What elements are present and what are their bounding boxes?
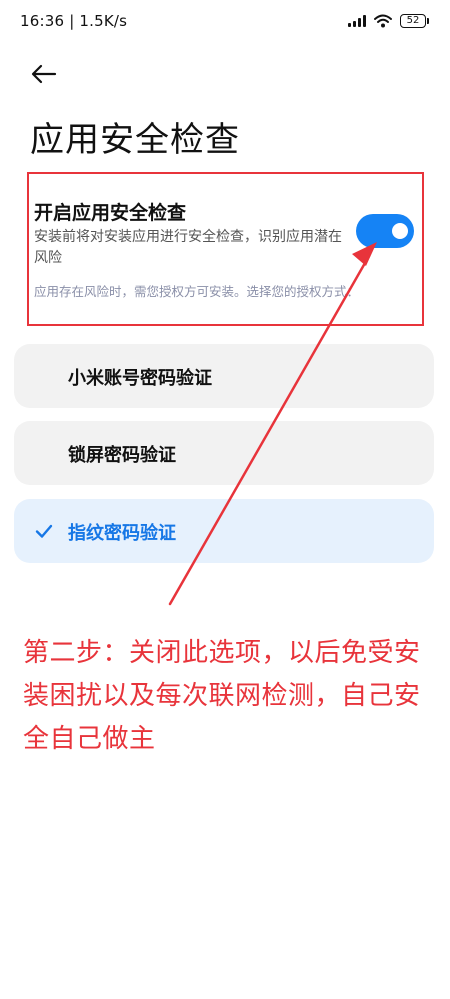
security-check-toggle[interactable] <box>356 214 414 248</box>
security-check-description: 安装前将对安装应用进行安全检查，识别应用潜在风险 <box>34 229 342 266</box>
option-lock-screen-password[interactable]: 锁屏密码验证 <box>14 421 434 485</box>
wifi-icon <box>374 14 392 28</box>
annotation-text: 第二步：关闭此选项，以后免受安装困扰以及每次联网检测，自己安全自己做主 <box>23 638 421 754</box>
option-label: 小米账号密码验证 <box>68 368 212 389</box>
status-bar: 16:36 | 1.5K/s 52 <box>0 0 450 44</box>
option-fingerprint-password[interactable]: 指纹密码验证 <box>14 499 434 563</box>
back-button[interactable] <box>28 60 60 88</box>
security-check-title: 开启应用安全检查 <box>34 202 187 224</box>
option-label: 指纹密码验证 <box>68 523 176 544</box>
status-time-speed: 16:36 | 1.5K/s <box>20 12 128 30</box>
check-icon <box>35 524 53 538</box>
authorization-note: 应用存在风险时，需您授权方可安装。选择您的授权方式： <box>34 284 360 299</box>
toggle-knob <box>392 223 408 239</box>
option-label: 锁屏密码验证 <box>68 445 176 466</box>
option-mi-account-password[interactable]: 小米账号密码验证 <box>14 344 434 408</box>
status-icons: 52 <box>348 14 429 28</box>
arrow-left-icon <box>31 64 57 84</box>
signal-icon <box>348 15 366 27</box>
battery-icon: 52 <box>400 14 429 28</box>
screen: 16:36 | 1.5K/s 52 应用安全检查 开启应用安全检查 安装前将对安… <box>0 0 450 999</box>
page-title: 应用安全检查 <box>30 120 240 160</box>
